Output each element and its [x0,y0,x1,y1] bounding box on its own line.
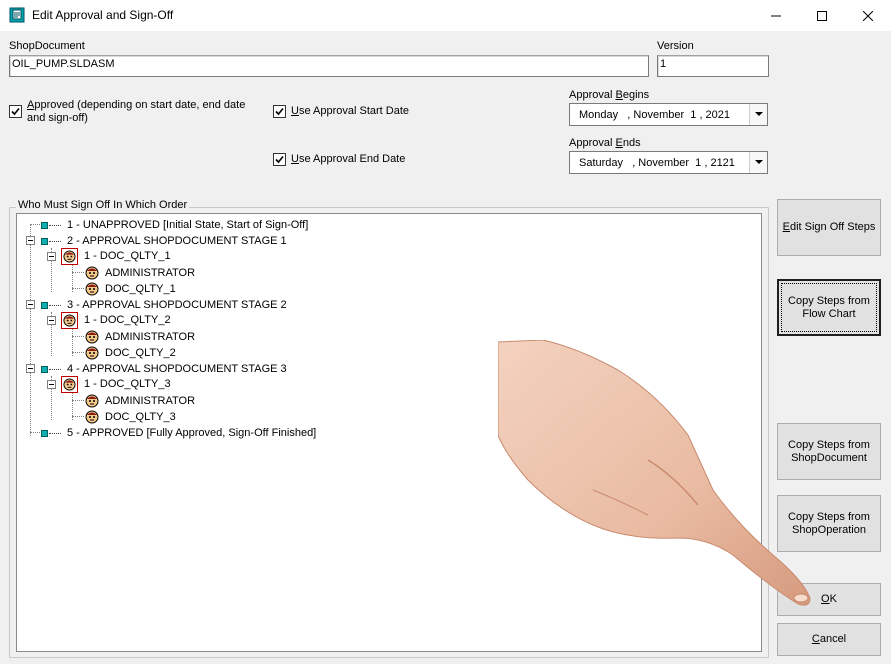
minimize-icon [771,15,781,16]
close-icon [863,10,873,21]
collapse-icon[interactable] [47,316,56,325]
collapse-icon[interactable] [26,364,35,373]
pointing-hand-overlay [497,339,828,615]
shopdocument-label: ShopDocument [9,40,85,52]
app-icon [9,7,25,23]
edit-sign-off-steps-button[interactable]: Edit Sign Off Steps [777,199,881,256]
tree-item-user[interactable]: DOC_QLTY_3 [85,409,176,425]
copy-steps-from-flow-chart-button[interactable]: Copy Steps from Flow Chart [777,279,881,336]
tree-item-signoff-step[interactable]: 1 - DOC_QLTY_2 [61,311,171,329]
tree-connector [72,288,84,289]
tree-connector [72,400,84,401]
chevron-down-icon[interactable] [749,104,767,125]
tree-connector [72,416,84,417]
user-group-icon [61,247,78,265]
approval-begins-label: Approval Begins [569,89,650,101]
version-field[interactable]: 1 [657,55,769,77]
user-icon [85,346,99,360]
version-value: 1 [660,58,667,70]
tree-connector [72,272,84,273]
sign-off-order-title: Who Must Sign Off In Which Order [16,199,190,211]
tree-item-stage-1[interactable]: 1 - UNAPPROVED [Initial State, Start of … [41,217,308,233]
user-icon [85,266,99,280]
use-start-date-label[interactable]: Use Approval Start Date [291,105,409,118]
state-node-icon [41,301,48,309]
chevron-down-icon[interactable] [749,152,767,173]
window-title: Edit Approval and Sign-Off [32,8,174,22]
tree-item-user[interactable]: DOC_QLTY_2 [85,345,176,361]
state-node-icon [41,221,48,229]
tree-item-user[interactable]: ADMINISTRATOR [85,393,195,409]
tree-item-signoff-step[interactable]: 1 - DOC_QLTY_1 [61,247,171,265]
approval-begins-date-picker[interactable]: Monday , November 1 , 2021 [569,103,768,126]
cancel-button[interactable]: Cancel [777,623,881,656]
approval-ends-value: Saturday , November 1 , 2121 [579,156,735,169]
state-node-icon [41,429,48,437]
state-node-icon [41,365,48,373]
shopdocument-value: OIL_PUMP.SLDASM [12,58,115,70]
tree-item-user[interactable]: ADMINISTRATOR [85,265,195,281]
collapse-icon[interactable] [47,380,56,389]
use-end-date-label[interactable]: Use Approval End Date [291,153,405,166]
checkmark-icon [275,155,284,164]
tree-item-stage-5[interactable]: 5 - APPROVED [Fully Approved, Sign-Off F… [41,425,316,441]
user-group-icon [61,311,78,329]
tree-connector [72,352,84,353]
approval-begins-value: Monday , November 1 , 2021 [579,108,731,121]
tree-connector [72,336,84,337]
tree-item-user[interactable]: ADMINISTRATOR [85,329,195,345]
user-icon [85,330,99,344]
state-node-icon [41,237,48,245]
user-icon [85,282,99,296]
user-icon [85,410,99,424]
use-end-date-checkbox[interactable] [273,153,286,166]
approval-ends-date-picker[interactable]: Saturday , November 1 , 2121 [569,151,768,174]
checkmark-icon [275,107,284,116]
close-button[interactable] [845,0,891,31]
version-label: Version [657,40,694,52]
approved-label[interactable]: Approved (depending on start date, end d… [27,99,257,125]
approved-checkbox[interactable] [9,105,22,118]
collapse-icon[interactable] [47,252,56,261]
user-group-icon [61,375,78,393]
maximize-icon [817,10,827,21]
maximize-button[interactable] [799,0,845,31]
approval-ends-label: Approval Ends [569,137,641,149]
tree-connector [30,224,31,436]
tree-item-signoff-step[interactable]: 1 - DOC_QLTY_3 [61,375,171,393]
collapse-icon[interactable] [26,236,35,245]
use-start-date-checkbox[interactable] [273,105,286,118]
user-icon [85,394,99,408]
tree-item-user[interactable]: DOC_QLTY_1 [85,281,176,297]
checkmark-icon [11,107,20,116]
minimize-button[interactable] [753,0,799,31]
shopdocument-field[interactable]: OIL_PUMP.SLDASM [9,55,649,77]
collapse-icon[interactable] [26,300,35,309]
